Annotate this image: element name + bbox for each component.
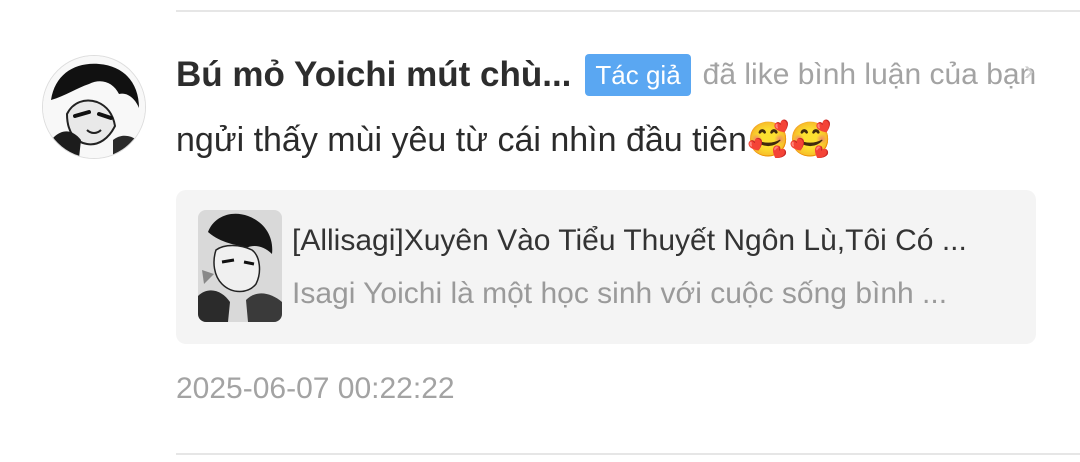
username[interactable]: Bú mỏ Yoichi mút chù... <box>176 55 571 95</box>
story-description: Isagi Yoichi là một học sinh với cuộc số… <box>292 277 948 310</box>
comment-text: ngửi thấy mùi yêu từ cái nhìn đầu tiên🥰🥰 <box>176 121 832 159</box>
avatar-image <box>43 56 145 158</box>
top-divider <box>176 10 1080 12</box>
notification-header: Bú mỏ Yoichi mút chù... Tác giả đã like … <box>176 52 1080 98</box>
story-card[interactable]: [Allisagi]Xuyên Vào Tiểu Thuyết Ngôn Lù,… <box>176 190 1036 344</box>
author-badge: Tác giả <box>585 54 691 96</box>
story-cover-image <box>198 210 282 322</box>
story-title: [Allisagi]Xuyên Vào Tiểu Thuyết Ngôn Lù,… <box>292 224 967 257</box>
chevron-right-icon[interactable]: › <box>1024 54 1034 88</box>
bottom-divider <box>176 453 1080 455</box>
timestamp: 2025-06-07 00:22:22 <box>176 372 455 405</box>
action-text: đã like bình luận của bạn <box>702 58 1037 91</box>
avatar[interactable] <box>42 55 146 159</box>
